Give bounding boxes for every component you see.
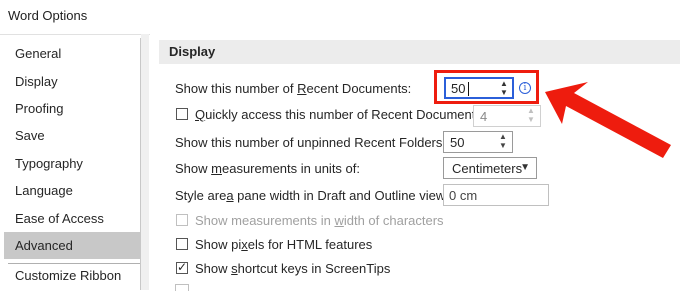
spinner-arrows-icon[interactable]: ▲ ▼ [497, 132, 509, 152]
recent-docs-spinner[interactable]: 50 ▲ ▼ [444, 77, 514, 99]
quick-access-label: Quickly access this number of Recent Doc… [195, 107, 486, 122]
unpinned-folders-spinner[interactable]: 50 ▲ ▼ [443, 131, 513, 153]
sidebar-item-advanced[interactable]: Advanced [4, 232, 140, 259]
style-area-label: Style area pane width in Draft and Outli… [175, 188, 456, 203]
red-arrow-icon [545, 82, 671, 158]
sidebar-item-save[interactable]: Save [4, 122, 140, 149]
quick-access-checkbox[interactable] [176, 108, 188, 120]
measurement-units-label: Show measurements in units of: [175, 161, 361, 176]
sidebar-item-general[interactable]: General [4, 40, 140, 67]
sidebar-item-display[interactable]: Display [4, 68, 140, 95]
window-title: Word Options [8, 8, 88, 23]
chevron-down-icon: ▼ [520, 162, 530, 173]
title-bar: Word Options [0, 0, 680, 35]
unpinned-folders-value: 50 [450, 135, 465, 150]
section-title: Display [169, 44, 216, 59]
quick-access-value: 4 [480, 109, 488, 124]
sidebar-item-ease-of-access[interactable]: Ease of Access [4, 205, 140, 232]
quick-access-spinner[interactable]: 4 ▲ ▼ [473, 105, 541, 127]
spinner-arrows-icon[interactable]: ▲ ▼ [525, 106, 537, 126]
shortcut-keys-checkbox[interactable]: ✓ [176, 260, 188, 274]
panel-gutter [141, 34, 149, 290]
pixels-html-checkbox[interactable] [176, 238, 188, 250]
shortcut-keys-label: Show shortcut keys in ScreenTips [195, 261, 391, 276]
width-chars-checkbox[interactable] [176, 214, 188, 226]
pixels-html-label: Show pixels for HTML features [195, 237, 373, 252]
sidebar-item-customize-ribbon[interactable]: Customize Ribbon [4, 262, 140, 289]
options-sidebar: General Display Proofing Save Typography… [4, 38, 141, 290]
recent-docs-value: 50 [451, 81, 466, 96]
measurement-units-value: Centimeters [452, 161, 523, 176]
sidebar-item-proofing[interactable]: Proofing [4, 95, 140, 122]
style-area-input[interactable]: 0 cm [443, 184, 549, 206]
sidebar-item-typography[interactable]: Typography [4, 150, 140, 177]
unpinned-folders-label: Show this number of unpinned Recent Fold… [175, 135, 446, 150]
measurement-units-dropdown[interactable]: Centimeters ▼ [443, 157, 537, 179]
sidebar-item-language[interactable]: Language [4, 177, 140, 204]
text-cursor [468, 82, 469, 96]
spinner-arrows-icon[interactable]: ▲ ▼ [498, 79, 510, 97]
section-header-display: Display [159, 40, 680, 64]
width-chars-label: Show measurements in width of characters [195, 213, 444, 228]
recent-docs-label: Show this number of Recent Documents: [175, 81, 412, 96]
checkmark-icon: ✓ [177, 260, 188, 274]
info-icon[interactable]: i [519, 82, 531, 94]
style-area-value: 0 cm [449, 188, 478, 203]
